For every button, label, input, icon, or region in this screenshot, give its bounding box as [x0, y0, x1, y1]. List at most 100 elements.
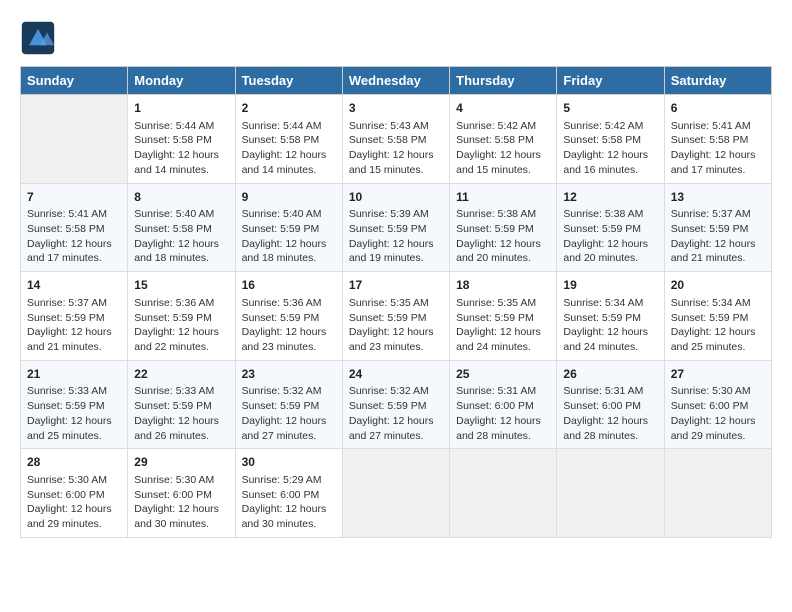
day-cell: 15 Sunrise: 5:36 AM Sunset: 5:59 PM Dayli… — [128, 272, 235, 361]
day-cell: 22Sunrise: 5:33 AM Sunset: 5:59 PM Dayli… — [128, 360, 235, 449]
day-cell: 10Sunrise: 5:39 AM Sunset: 5:59 PM Dayli… — [342, 183, 449, 272]
day-number: 6 — [671, 100, 765, 117]
day-cell — [450, 449, 557, 538]
day-number: 11 — [456, 189, 550, 206]
day-cell — [342, 449, 449, 538]
day-info: Sunrise: 5:36 AM Sunset: 5:59 PM Dayligh… — [134, 296, 228, 355]
day-number: 1 — [134, 100, 228, 117]
day-number: 4 — [456, 100, 550, 117]
day-info: Sunrise: 5:32 AM Sunset: 5:59 PM Dayligh… — [349, 384, 443, 443]
day-number: 24 — [349, 366, 443, 383]
day-cell — [664, 449, 771, 538]
day-cell: 19Sunrise: 5:34 AM Sunset: 5:59 PM Dayli… — [557, 272, 664, 361]
day-cell: 28Sunrise: 5:30 AM Sunset: 6:00 PM Dayli… — [21, 449, 128, 538]
day-cell: 9Sunrise: 5:40 AM Sunset: 5:59 PM Daylig… — [235, 183, 342, 272]
day-number: 13 — [671, 189, 765, 206]
header-cell-saturday: Saturday — [664, 67, 771, 95]
day-info: Sunrise: 5:35 AM Sunset: 5:59 PM Dayligh… — [456, 296, 550, 355]
day-number: 18 — [456, 277, 550, 294]
day-number: 3 — [349, 100, 443, 117]
day-number: 16 — [242, 277, 336, 294]
day-number: 20 — [671, 277, 765, 294]
day-cell: 18 Sunrise: 5:35 AM Sunset: 5:59 PM Dayli… — [450, 272, 557, 361]
day-cell: 12Sunrise: 5:38 AM Sunset: 5:59 PM Dayli… — [557, 183, 664, 272]
logo — [20, 20, 60, 56]
day-cell: 24Sunrise: 5:32 AM Sunset: 5:59 PM Dayli… — [342, 360, 449, 449]
day-info: Sunrise: 5:33 AM Sunset: 5:59 PM Dayligh… — [134, 384, 228, 443]
day-info: Sunrise: 5:29 AM Sunset: 6:00 PM Dayligh… — [242, 473, 336, 532]
day-cell: 21Sunrise: 5:33 AM Sunset: 5:59 PM Dayli… — [21, 360, 128, 449]
day-cell: 8Sunrise: 5:40 AM Sunset: 5:58 PM Daylig… — [128, 183, 235, 272]
day-info: Sunrise: 5:44 AM Sunset: 5:58 PM Dayligh… — [134, 119, 228, 178]
day-cell: 26Sunrise: 5:31 AM Sunset: 6:00 PM Dayli… — [557, 360, 664, 449]
day-info: Sunrise: 5:39 AM Sunset: 5:59 PM Dayligh… — [349, 207, 443, 266]
day-number: 5 — [563, 100, 657, 117]
calendar-table: SundayMondayTuesdayWednesdayThursdayFrid… — [20, 66, 772, 538]
day-info: Sunrise: 5:38 AM Sunset: 5:59 PM Dayligh… — [563, 207, 657, 266]
header-cell-sunday: Sunday — [21, 67, 128, 95]
day-number: 26 — [563, 366, 657, 383]
day-info: Sunrise: 5:34 AM Sunset: 5:59 PM Dayligh… — [671, 296, 765, 355]
day-number: 30 — [242, 454, 336, 471]
day-info: Sunrise: 5:30 AM Sunset: 6:00 PM Dayligh… — [671, 384, 765, 443]
day-info: Sunrise: 5:37 AM Sunset: 5:59 PM Dayligh… — [671, 207, 765, 266]
day-info: Sunrise: 5:42 AM Sunset: 5:58 PM Dayligh… — [456, 119, 550, 178]
day-cell: 11Sunrise: 5:38 AM Sunset: 5:59 PM Dayli… — [450, 183, 557, 272]
day-info: Sunrise: 5:35 AM Sunset: 5:59 PM Dayligh… — [349, 296, 443, 355]
day-number: 29 — [134, 454, 228, 471]
day-number: 15 — [134, 277, 228, 294]
day-info: Sunrise: 5:30 AM Sunset: 6:00 PM Dayligh… — [134, 473, 228, 532]
day-cell: 13Sunrise: 5:37 AM Sunset: 5:59 PM Dayli… — [664, 183, 771, 272]
day-cell: 29 Sunrise: 5:30 AM Sunset: 6:00 PM Dayli… — [128, 449, 235, 538]
day-cell: 14 Sunrise: 5:37 AM Sunset: 5:59 PM Dayli… — [21, 272, 128, 361]
day-number: 14 — [27, 277, 121, 294]
day-cell: 2Sunrise: 5:44 AM Sunset: 5:58 PM Daylig… — [235, 95, 342, 184]
header-cell-friday: Friday — [557, 67, 664, 95]
day-cell: 7Sunrise: 5:41 AM Sunset: 5:58 PM Daylig… — [21, 183, 128, 272]
day-info: Sunrise: 5:37 AM Sunset: 5:59 PM Dayligh… — [27, 296, 121, 355]
day-cell — [557, 449, 664, 538]
day-number: 25 — [456, 366, 550, 383]
week-row-5: 28Sunrise: 5:30 AM Sunset: 6:00 PM Dayli… — [21, 449, 772, 538]
day-number: 27 — [671, 366, 765, 383]
week-row-2: 7Sunrise: 5:41 AM Sunset: 5:58 PM Daylig… — [21, 183, 772, 272]
day-info: Sunrise: 5:41 AM Sunset: 5:58 PM Dayligh… — [671, 119, 765, 178]
header-cell-monday: Monday — [128, 67, 235, 95]
day-number: 23 — [242, 366, 336, 383]
header-cell-thursday: Thursday — [450, 67, 557, 95]
day-cell: 6 Sunrise: 5:41 AM Sunset: 5:58 PM Daylig… — [664, 95, 771, 184]
day-cell: 5 Sunrise: 5:42 AM Sunset: 5:58 PM Daylig… — [557, 95, 664, 184]
header-row: SundayMondayTuesdayWednesdayThursdayFrid… — [21, 67, 772, 95]
day-number: 21 — [27, 366, 121, 383]
day-cell: 4 Sunrise: 5:42 AM Sunset: 5:58 PM Daylig… — [450, 95, 557, 184]
day-info: Sunrise: 5:41 AM Sunset: 5:58 PM Dayligh… — [27, 207, 121, 266]
day-number: 10 — [349, 189, 443, 206]
day-cell: 17 Sunrise: 5:35 AM Sunset: 5:59 PM Dayli… — [342, 272, 449, 361]
day-cell: 30 Sunrise: 5:29 AM Sunset: 6:00 PM Dayli… — [235, 449, 342, 538]
day-number: 12 — [563, 189, 657, 206]
day-info: Sunrise: 5:31 AM Sunset: 6:00 PM Dayligh… — [563, 384, 657, 443]
day-cell: 16Sunrise: 5:36 AM Sunset: 5:59 PM Dayli… — [235, 272, 342, 361]
week-row-4: 21Sunrise: 5:33 AM Sunset: 5:59 PM Dayli… — [21, 360, 772, 449]
day-cell: 27Sunrise: 5:30 AM Sunset: 6:00 PM Dayli… — [664, 360, 771, 449]
day-info: Sunrise: 5:42 AM Sunset: 5:58 PM Dayligh… — [563, 119, 657, 178]
logo-icon — [20, 20, 56, 56]
day-info: Sunrise: 5:30 AM Sunset: 6:00 PM Dayligh… — [27, 473, 121, 532]
day-number: 19 — [563, 277, 657, 294]
day-info: Sunrise: 5:33 AM Sunset: 5:59 PM Dayligh… — [27, 384, 121, 443]
day-cell: 23Sunrise: 5:32 AM Sunset: 5:59 PM Dayli… — [235, 360, 342, 449]
week-row-3: 14 Sunrise: 5:37 AM Sunset: 5:59 PM Dayli… — [21, 272, 772, 361]
header-cell-wednesday: Wednesday — [342, 67, 449, 95]
day-info: Sunrise: 5:32 AM Sunset: 5:59 PM Dayligh… — [242, 384, 336, 443]
day-number: 9 — [242, 189, 336, 206]
day-number: 8 — [134, 189, 228, 206]
day-info: Sunrise: 5:40 AM Sunset: 5:58 PM Dayligh… — [134, 207, 228, 266]
day-info: Sunrise: 5:38 AM Sunset: 5:59 PM Dayligh… — [456, 207, 550, 266]
day-info: Sunrise: 5:44 AM Sunset: 5:58 PM Dayligh… — [242, 119, 336, 178]
day-number: 17 — [349, 277, 443, 294]
day-info: Sunrise: 5:40 AM Sunset: 5:59 PM Dayligh… — [242, 207, 336, 266]
header-cell-tuesday: Tuesday — [235, 67, 342, 95]
page-header — [20, 20, 772, 56]
day-number: 22 — [134, 366, 228, 383]
day-info: Sunrise: 5:43 AM Sunset: 5:58 PM Dayligh… — [349, 119, 443, 178]
